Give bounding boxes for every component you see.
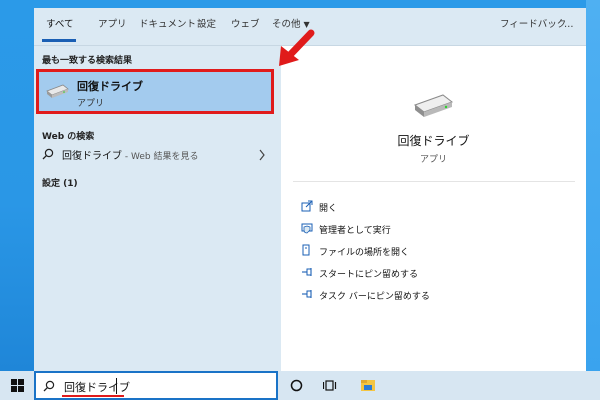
tab-all[interactable]: すべて	[46, 8, 73, 42]
active-tab-indicator	[42, 39, 76, 42]
best-match-subtitle: アプリ	[77, 99, 105, 109]
task-view-icon[interactable]	[323, 379, 337, 392]
desktop-edge	[586, 0, 600, 371]
action-open-label: 開く	[319, 204, 338, 214]
action-open[interactable]: 開く	[301, 199, 561, 219]
web-search-query: 回復ドライブ	[62, 151, 122, 162]
web-search-text: 回復ドライブ - Web 結果を見る	[62, 147, 198, 162]
results-list: 最も一致する検索結果 回復ドライブ アプリ Web の検索 回復ドライブ - W…	[34, 46, 278, 371]
best-match-header: 最も一致する検索結果	[42, 56, 133, 66]
taskbar-search-input[interactable]: 回復ドライブ	[34, 371, 278, 400]
action-pin-to-start[interactable]: スタートにピン留めする	[301, 265, 561, 285]
annotation-underline	[62, 395, 124, 397]
web-search-suffix: - Web 結果を見る	[122, 152, 199, 162]
action-pin-to-taskbar[interactable]: タスク バーにピン留めする	[301, 287, 561, 307]
tab-web[interactable]: ウェブ	[231, 8, 260, 42]
admin-icon	[301, 223, 313, 234]
preview-title: 回復ドライブ	[397, 134, 470, 148]
taskbar: 回復ドライブ	[0, 371, 600, 400]
file-location-icon	[302, 244, 310, 256]
tab-apps[interactable]: アプリ	[98, 8, 127, 42]
annotation-arrow	[279, 29, 315, 66]
open-icon	[301, 200, 313, 212]
drive-icon	[46, 84, 69, 98]
preview-divider	[293, 181, 575, 182]
tab-documents[interactable]: ドキュメント	[139, 8, 196, 42]
chevron-right-icon[interactable]	[258, 149, 266, 161]
preview-subtitle: アプリ	[419, 155, 447, 165]
best-match-title: 回復ドライブ	[77, 80, 143, 93]
windows-start-icon[interactable]	[11, 379, 24, 392]
text-caret	[116, 378, 117, 394]
preview-pane: 回復ドライブ アプリ 開く 管理者として実行 ファイルの場所を開く スタートにピ…	[281, 46, 586, 371]
best-match-item[interactable]: 回復ドライブ アプリ	[36, 69, 274, 114]
search-icon	[42, 148, 54, 160]
settings-header[interactable]: 設定 (1)	[42, 176, 78, 189]
more-options-button[interactable]: …	[564, 8, 574, 42]
cortana-icon[interactable]	[290, 379, 303, 392]
taskbar-search-value: 回復ドライブ	[64, 381, 130, 394]
tab-settings[interactable]: 設定	[197, 8, 216, 42]
search-icon	[43, 380, 55, 392]
feedback-button[interactable]: フィードバック	[500, 8, 566, 42]
action-pin-to-taskbar-label: タスク バーにピン留めする	[319, 292, 430, 302]
pin-icon	[302, 268, 312, 276]
action-open-file-location[interactable]: ファイルの場所を開く	[301, 243, 561, 263]
drive-large-icon	[413, 94, 454, 117]
pin-icon	[302, 290, 312, 298]
web-search-header: Web の検索	[42, 132, 95, 142]
action-open-file-location-label: ファイルの場所を開く	[319, 248, 410, 258]
action-run-as-admin-label: 管理者として実行	[319, 226, 391, 236]
file-explorer-icon[interactable]	[360, 377, 376, 393]
web-search-item[interactable]: 回復ドライブ - Web 結果を見る	[34, 142, 278, 168]
action-run-as-admin[interactable]: 管理者として実行	[301, 221, 561, 241]
action-pin-to-start-label: スタートにピン留めする	[319, 270, 419, 280]
